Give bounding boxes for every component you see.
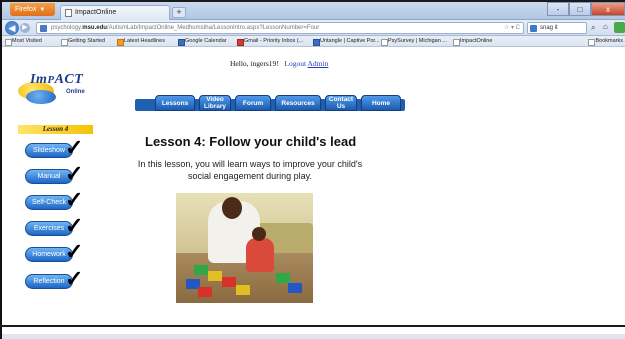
url-domain: msu.edu — [82, 25, 107, 31]
nav-forum[interactable]: Forum — [235, 95, 271, 111]
sidebar-item-exercises[interactable]: Exercises ✓ — [25, 215, 91, 237]
home-icon[interactable]: ⌂ — [603, 22, 613, 33]
impact-online-logo[interactable]: ImPACT Online — [18, 70, 118, 108]
logo-letter-p: P — [47, 74, 55, 86]
browser-navbar: ◀ ▶ psychology.msu.edu/AutismLab/ImpactO… — [2, 20, 625, 36]
checkmark-icon: ✓ — [65, 213, 84, 238]
lesson-photo — [176, 193, 313, 303]
toy-block — [222, 277, 236, 287]
bookmarks-menu-button[interactable]: Bookmarks — [587, 36, 623, 46]
toy-block — [198, 287, 212, 297]
checkmark-icon: ✓ — [65, 239, 84, 264]
nav-video-library[interactable]: Video Library — [199, 95, 231, 111]
toy-block — [288, 283, 302, 293]
url-bar[interactable]: psychology.msu.edu/AutismLab/ImpactOnlin… — [36, 22, 524, 34]
greeting-text: Hello, ingers19! — [230, 59, 279, 68]
logo-subtitle: Online — [66, 89, 85, 95]
browser-titlebar: Firefox ▼ ImpactOnline + - □ x — [2, 2, 625, 20]
checkmark-icon: ✓ — [65, 266, 84, 291]
firefox-menu-label: Firefox — [15, 6, 37, 13]
search-engine-icon — [530, 25, 537, 32]
new-tab-button[interactable]: + — [172, 7, 186, 18]
checkmark-icon: ✓ — [65, 161, 84, 186]
nav-video-line2: Library — [203, 102, 227, 110]
photo-child — [246, 238, 274, 272]
site-identity-icon — [40, 25, 47, 32]
toy-block — [194, 265, 208, 275]
status-bar — [2, 334, 625, 339]
nav-resources[interactable]: Resources — [275, 95, 321, 111]
toy-block — [276, 273, 290, 283]
bookmark-most-visited[interactable]: Most Visited — [4, 36, 42, 46]
checkmark-icon: ✓ — [65, 187, 84, 212]
firefox-menu-button[interactable]: Firefox ▼ — [10, 3, 55, 16]
logo-blue-shape — [26, 90, 56, 104]
bookmark-getting-started[interactable]: Getting Started — [60, 36, 105, 46]
photo-child-head — [252, 227, 266, 241]
url-prefix: psychology. — [51, 25, 83, 31]
back-arrow-icon[interactable]: ◀ — [5, 21, 19, 35]
bookmark-gmail[interactable]: Gmail - Priority Inbox (... — [236, 36, 303, 46]
user-greeting: Hello, ingers19! Logout Admin — [230, 59, 328, 68]
checkmark-icon: ✓ — [65, 135, 84, 160]
logo-wordmark: ImPACT — [30, 72, 83, 88]
bookmarks-toolbar: Most Visited Getting Started Latest Head… — [2, 36, 625, 47]
sidebar-item-self-check[interactable]: Self-Check ✓ — [25, 189, 91, 211]
search-icon[interactable]: ⌕ — [591, 23, 595, 33]
nav-contact-line2: Us — [336, 102, 346, 110]
nav-contact-us[interactable]: Contact Us — [325, 95, 357, 111]
sidebar-item-manual[interactable]: Manual ✓ — [25, 163, 91, 185]
nav-home[interactable]: Home — [361, 95, 401, 111]
toy-block — [208, 271, 222, 281]
url-path: /AutismLab/ImpactOnline_Medhumstha/Lesso… — [106, 25, 320, 31]
bookmark-untangle[interactable]: Untangle | Captive Por... — [312, 36, 380, 46]
bookmark-latest-headlines[interactable]: Latest Headlines — [116, 36, 165, 46]
page-title: Lesson 4: Follow your child's lead — [145, 134, 357, 149]
bookmark-psysurvey[interactable]: PsySurvey | Michigan ... — [380, 36, 447, 46]
logout-link[interactable]: Logout — [284, 59, 306, 68]
window-controls: - □ x — [547, 2, 625, 16]
lesson-description: In this lesson, you will learn ways to i… — [137, 159, 363, 181]
tab-title: ImpactOnline — [75, 9, 117, 16]
browser-tab[interactable]: ImpactOnline — [60, 5, 170, 20]
maximize-button[interactable]: □ — [569, 2, 591, 16]
close-button[interactable]: x — [591, 2, 625, 16]
forward-arrow-icon[interactable]: ▶ — [20, 23, 30, 33]
search-value: snag it — [540, 25, 558, 31]
sidebar-item-slideshow[interactable]: Slideshow ✓ — [25, 137, 91, 159]
nav-lessons[interactable]: Lessons — [155, 95, 195, 111]
minimize-button[interactable]: - — [547, 2, 569, 16]
bookmark-google-calendar[interactable]: Google Calendar — [177, 36, 227, 46]
window-frame-left — [0, 0, 2, 339]
url-bar-actions[interactable]: ☆ ▾ C — [504, 23, 520, 33]
bookmark-impactonline[interactable]: ImpactOnline — [452, 36, 492, 46]
page-divider — [0, 325, 625, 327]
sidebar-item-homework[interactable]: Homework ✓ — [25, 241, 91, 263]
toy-block — [236, 285, 250, 295]
admin-link[interactable]: Admin — [308, 59, 329, 68]
logo-letters-im: Im — [30, 72, 48, 87]
main-navigation: Lessons Video Library Forum Resources Co… — [135, 95, 405, 111]
lesson-number-label: Lesson 4 — [18, 125, 93, 134]
sidebar-item-reflection[interactable]: Reflection ✓ — [25, 268, 91, 290]
search-input[interactable]: snag it — [527, 22, 587, 34]
photo-parent-head — [222, 197, 242, 219]
chevron-down-icon: ▼ — [39, 7, 46, 13]
page-icon — [65, 9, 72, 17]
addon-icon[interactable] — [614, 22, 625, 33]
logo-letters-act: ACT — [54, 72, 84, 87]
